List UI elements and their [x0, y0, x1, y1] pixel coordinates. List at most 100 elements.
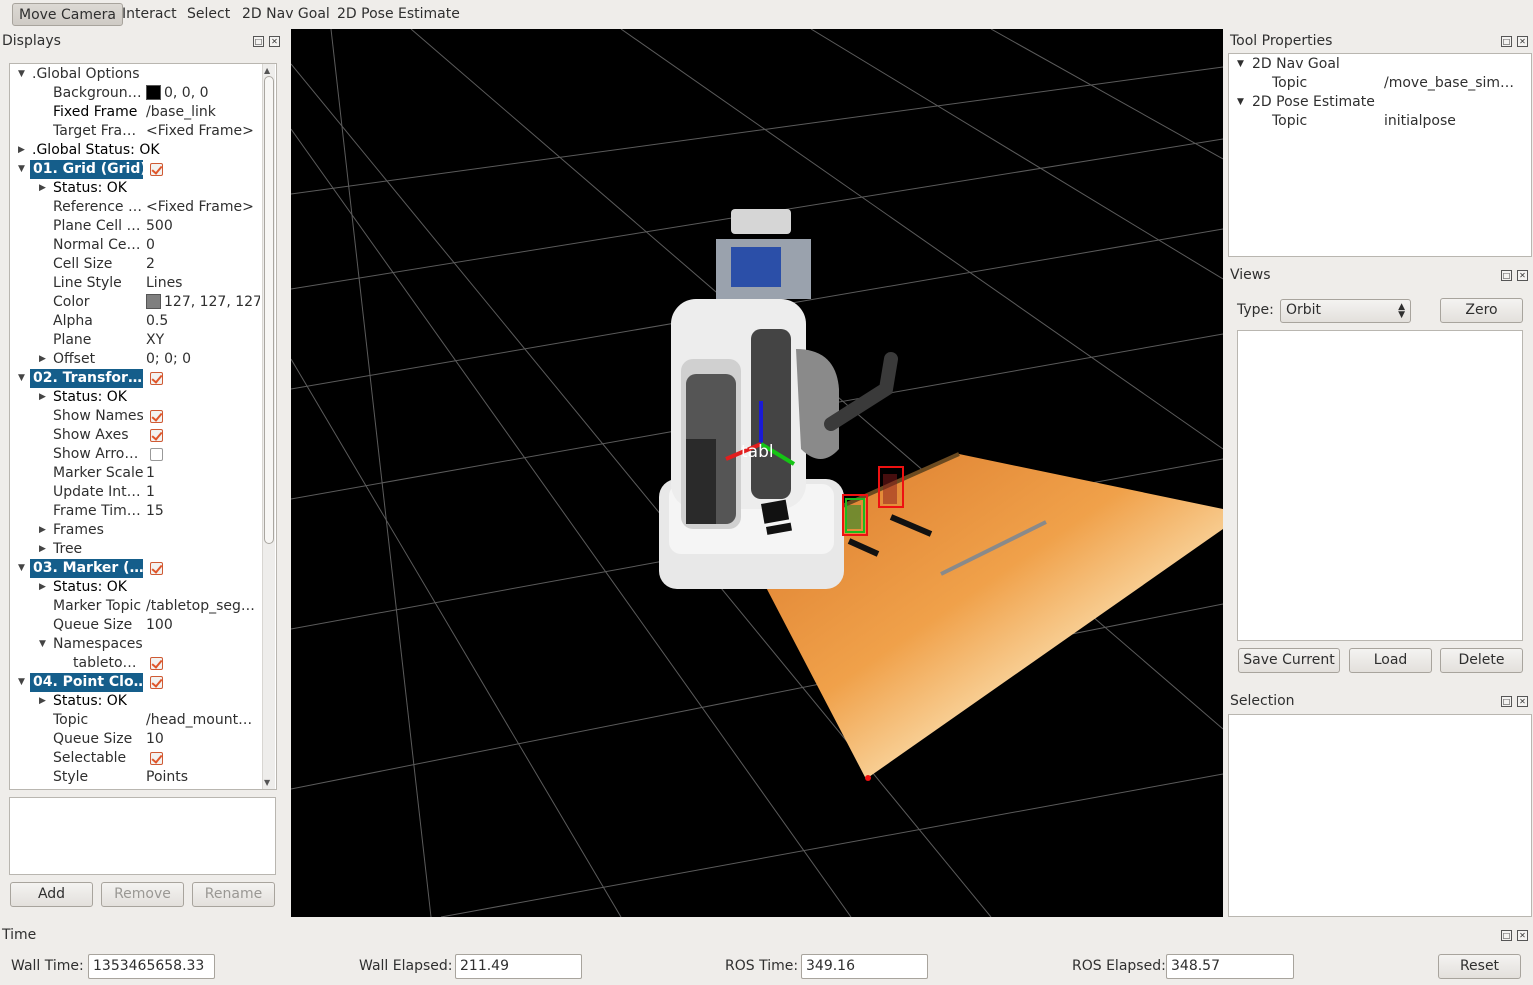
interact-tool[interactable]: Interact: [116, 3, 183, 26]
zero-view-button[interactable]: Zero: [1440, 298, 1523, 323]
expand-icon[interactable]: ▶: [39, 521, 49, 540]
expand-icon[interactable]: ▼: [18, 559, 28, 578]
tree-row-tf-status[interactable]: ▶ Status: OK: [10, 388, 262, 407]
tree-row-marker-status[interactable]: ▶ Status: OK: [10, 578, 262, 597]
expand-icon[interactable]: ▶: [39, 388, 49, 407]
rename-display-button[interactable]: Rename: [192, 882, 275, 907]
expand-icon[interactable]: ▶: [39, 350, 49, 369]
close-icon[interactable]: ✕: [1517, 270, 1528, 281]
select-tool[interactable]: Select: [181, 3, 236, 26]
tree-row-cell-size[interactable]: Cell Size 2: [10, 255, 262, 274]
tree-row-pointcloud-topic[interactable]: Topic /head_mount…: [10, 711, 262, 730]
tf-enabled-checkbox[interactable]: [150, 372, 163, 385]
tree-scroll-thumb[interactable]: [264, 76, 274, 544]
tree-row-line-style[interactable]: Line Style Lines: [10, 274, 262, 293]
tree-row-pointcloud-queue[interactable]: Queue Size 10: [10, 730, 262, 749]
pose-estimate-tool[interactable]: 2D Pose Estimate: [331, 3, 466, 26]
tree-row-fixed-frame[interactable]: Fixed Frame /base_link: [10, 103, 262, 122]
view-type-select[interactable]: Orbit ▲ ▼: [1280, 299, 1411, 323]
tree-row-frame-timeout[interactable]: Frame Tim… 15: [10, 502, 262, 521]
tree-row-tree[interactable]: ▶ Tree: [10, 540, 262, 559]
tree-row-marker[interactable]: ▼ 03. Marker (…: [10, 559, 262, 578]
tree-row-alpha[interactable]: Alpha 0.5: [10, 312, 262, 331]
expand-icon[interactable]: ▼: [1237, 93, 1244, 112]
tree-row-background[interactable]: Backgroun… 0, 0, 0: [10, 84, 262, 103]
nav-goal-tool[interactable]: 2D Nav Goal: [236, 3, 336, 26]
tree-row-marker-queue[interactable]: Queue Size 100: [10, 616, 262, 635]
tree-row-global-options[interactable]: ▼ .Global Options: [10, 65, 262, 84]
float-icon[interactable]: □: [1501, 930, 1512, 941]
show-names-checkbox[interactable]: [150, 410, 163, 423]
close-icon[interactable]: ✕: [1517, 930, 1528, 941]
tree-row-update-interval[interactable]: Update Int… 1: [10, 483, 262, 502]
expand-icon[interactable]: ▼: [1237, 55, 1244, 74]
add-display-button[interactable]: Add: [10, 882, 93, 907]
close-icon[interactable]: ✕: [269, 36, 280, 47]
pointcloud-enabled-checkbox[interactable]: [150, 676, 163, 689]
load-view-button[interactable]: Load: [1349, 648, 1432, 673]
float-icon[interactable]: □: [1501, 270, 1512, 281]
move-camera-tool[interactable]: Move Camera: [12, 3, 123, 26]
expand-icon[interactable]: ▶: [39, 540, 49, 559]
tree-row-reference-frame[interactable]: Reference … <Fixed Frame>: [10, 198, 262, 217]
tree-row-marker-topic[interactable]: Marker Topic /tabletop_seg…: [10, 597, 262, 616]
delete-view-button[interactable]: Delete: [1440, 648, 1523, 673]
tree-row-show-axes[interactable]: Show Axes: [10, 426, 262, 445]
expand-icon[interactable]: ▶: [39, 578, 49, 597]
tree-row-target-frame[interactable]: Target Fra… <Fixed Frame>: [10, 122, 262, 141]
show-arrows-checkbox[interactable]: [150, 448, 163, 461]
expand-icon[interactable]: ▶: [39, 179, 49, 198]
wall-time-field[interactable]: 1353465658.33: [88, 954, 215, 979]
save-current-view-button[interactable]: Save Current: [1238, 648, 1340, 673]
tree-row-color[interactable]: Color 127, 127, 127: [10, 293, 262, 312]
grid-enabled-checkbox[interactable]: [150, 163, 163, 176]
tree-row-selectable[interactable]: Selectable: [10, 749, 262, 768]
scroll-down-icon[interactable]: ▼: [264, 778, 270, 787]
expand-icon[interactable]: ▼: [18, 160, 28, 179]
tree-row-show-names[interactable]: Show Names: [10, 407, 262, 426]
tree-row-tf[interactable]: ▼ 02. Transfor…: [10, 369, 262, 388]
tree-row-grid[interactable]: ▼ 01. Grid (Grid): [10, 160, 262, 179]
close-icon[interactable]: ✕: [1517, 696, 1528, 707]
tree-row-grid-status[interactable]: ▶ Status: OK: [10, 179, 262, 198]
float-icon[interactable]: □: [253, 36, 264, 47]
scroll-up-icon[interactable]: ▲: [264, 66, 270, 75]
marker-enabled-checkbox[interactable]: [150, 562, 163, 575]
selectable-checkbox[interactable]: [150, 752, 163, 765]
namespace-checkbox[interactable]: [150, 657, 163, 670]
expand-icon[interactable]: ▶: [18, 141, 28, 160]
reset-time-button[interactable]: Reset: [1438, 954, 1521, 979]
float-icon[interactable]: □: [1501, 36, 1512, 47]
tree-row-namespaces[interactable]: ▼ Namespaces: [10, 635, 262, 654]
tree-row-plane[interactable]: Plane XY: [10, 331, 262, 350]
tree-row-normal-cell-count[interactable]: Normal Ce… 0: [10, 236, 262, 255]
tree-row-namespace-item[interactable]: tableto…: [10, 654, 262, 673]
expand-icon[interactable]: ▼: [18, 369, 28, 388]
expand-icon[interactable]: ▼: [18, 65, 28, 84]
tree-row-pointcloud[interactable]: ▼ 04. Point Clo…: [10, 673, 262, 692]
expand-icon[interactable]: ▶: [39, 692, 49, 711]
saved-views-list[interactable]: [1237, 330, 1523, 641]
tree-row-nav-topic[interactable]: Topic /move_base_sim…: [1229, 74, 1531, 93]
wall-elapsed-field[interactable]: 211.49: [455, 954, 582, 979]
ros-time-field[interactable]: 349.16: [801, 954, 928, 979]
tree-row-pointcloud-status[interactable]: ▶ Status: OK: [10, 692, 262, 711]
remove-display-button[interactable]: Remove: [101, 882, 184, 907]
tree-row-nav-goal[interactable]: ▼ 2D Nav Goal: [1229, 55, 1531, 74]
tree-row-marker-scale[interactable]: Marker Scale 1: [10, 464, 262, 483]
close-icon[interactable]: ✕: [1517, 36, 1528, 47]
tree-row-plane-cell-count[interactable]: Plane Cell … 500: [10, 217, 262, 236]
tree-row-global-status[interactable]: ▶ .Global Status: OK: [10, 141, 262, 160]
tree-row-pose-topic[interactable]: Topic initialpose: [1229, 112, 1531, 131]
tree-row-offset[interactable]: ▶ Offset 0; 0; 0: [10, 350, 262, 369]
ros-elapsed-field[interactable]: 348.57: [1166, 954, 1294, 979]
tree-row-pose-estimate[interactable]: ▼ 2D Pose Estimate: [1229, 93, 1531, 112]
render-viewport[interactable]: tabl: [291, 29, 1223, 917]
expand-icon[interactable]: ▼: [39, 635, 49, 654]
show-axes-checkbox[interactable]: [150, 429, 163, 442]
float-icon[interactable]: □: [1501, 696, 1512, 707]
tree-row-style[interactable]: Style Points: [10, 768, 262, 787]
tree-row-frames[interactable]: ▶ Frames: [10, 521, 262, 540]
expand-icon[interactable]: ▼: [18, 673, 28, 692]
tree-row-show-arrows[interactable]: Show Arro…: [10, 445, 262, 464]
